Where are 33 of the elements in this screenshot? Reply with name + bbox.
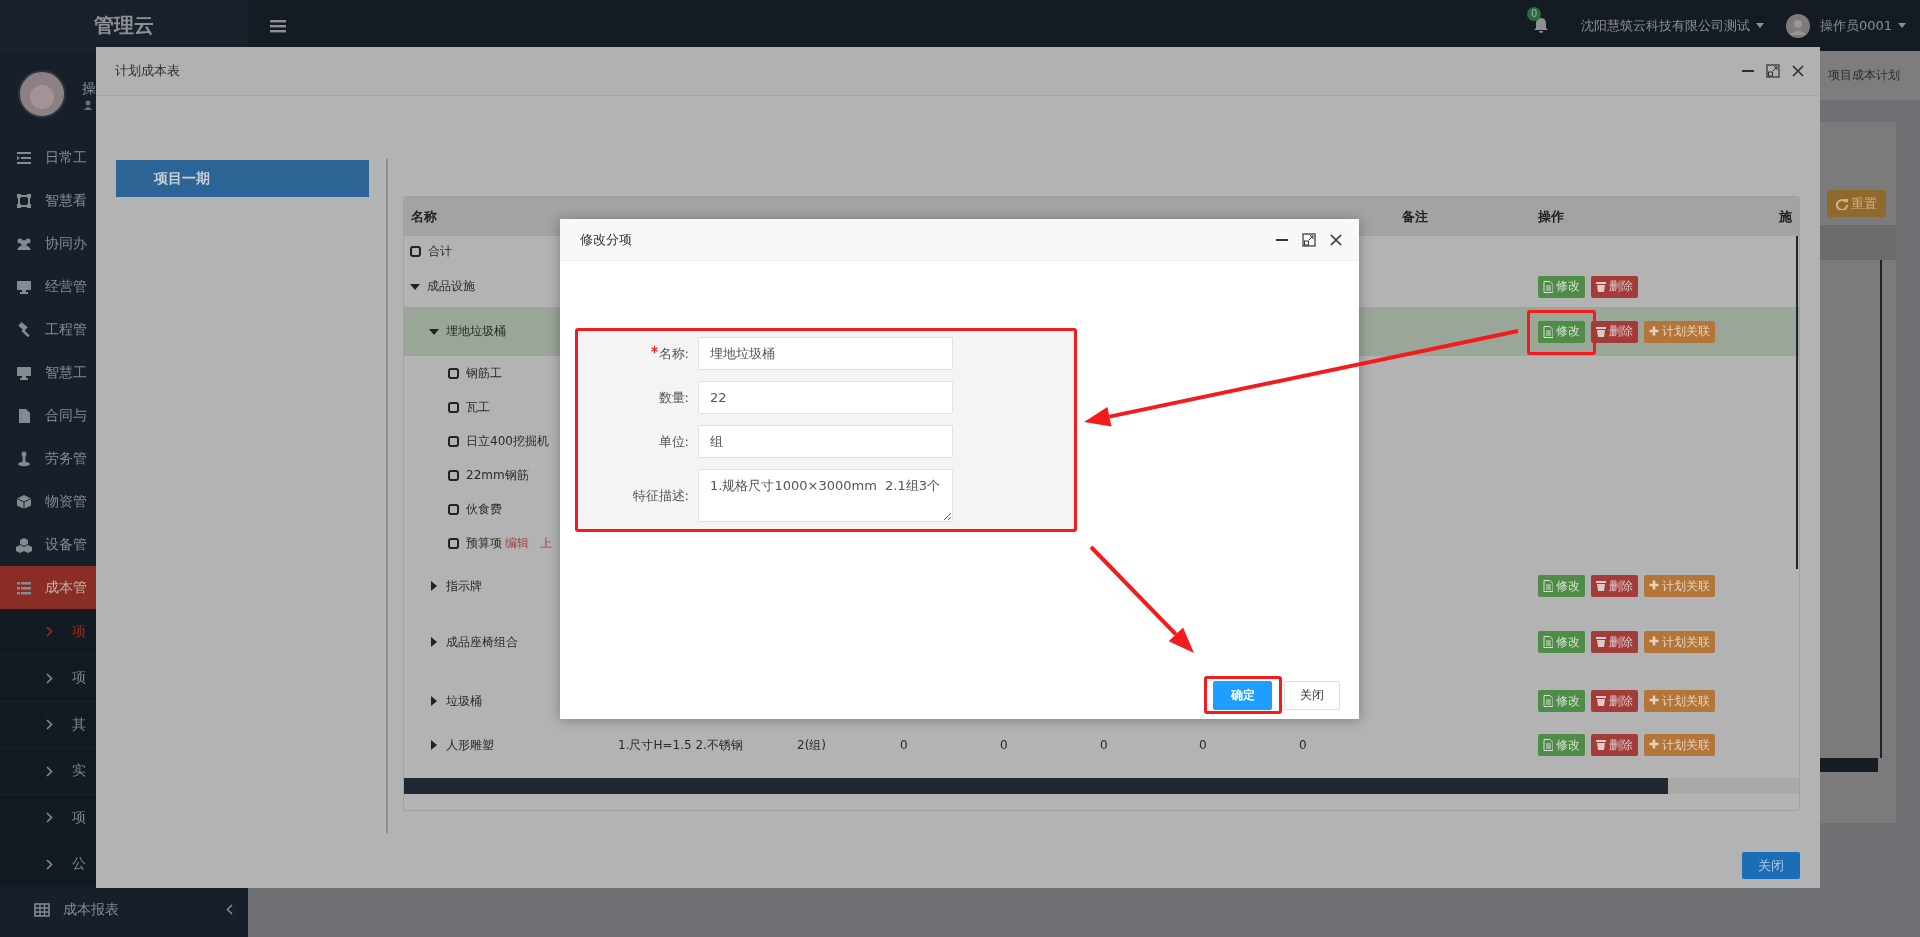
row-name: 成品设施 [427,278,475,295]
row-name: 22mm钢筋 [466,466,529,484]
user-name: 操 [82,79,96,96]
table-cell-text: 0 [900,738,909,752]
table-cell-text: 0 [1100,738,1109,752]
row-name: 预算项 [466,534,502,552]
row-name: 成品座椅组合 [446,633,518,651]
field-label: 名称: [658,344,689,363]
table-cell-text: 2(组) [797,736,827,754]
modal-title: 计划成本表 [115,62,180,80]
table-cell-text: 0 [1199,738,1208,752]
row-name: 人形雕塑 [446,736,494,754]
column-header: 名称 [410,207,438,226]
field-label: 数量: [658,388,689,407]
column-header: 备注 [1402,207,1429,226]
logo: 管理云 [94,12,154,39]
field-label: 特征描述: [632,486,689,505]
column-header: 操作 [1538,207,1565,226]
column-header: 施 [1779,207,1793,226]
table-cell-text: 0 [1000,738,1009,752]
row-name: 瓦工 [466,398,490,416]
row-name: 指示牌 [446,577,482,595]
field-label: 单位: [658,432,689,451]
row-name: 合计 [428,242,452,260]
row-name: 日立400挖掘机 [466,432,549,450]
row-name: 钢筋工 [466,364,502,382]
notification-badge: 0 [1526,7,1542,21]
table-cell-text: 1.尺寸H=1.5 2.不锈钢 [618,736,744,754]
row-name: 伙食费 [466,500,502,518]
dialog-title: 修改分项 [580,230,632,249]
row-name: 垃圾桶 [446,692,482,710]
row-name: 埋地垃圾桶 [446,323,506,340]
table-cell-text: 0 [1299,738,1308,752]
